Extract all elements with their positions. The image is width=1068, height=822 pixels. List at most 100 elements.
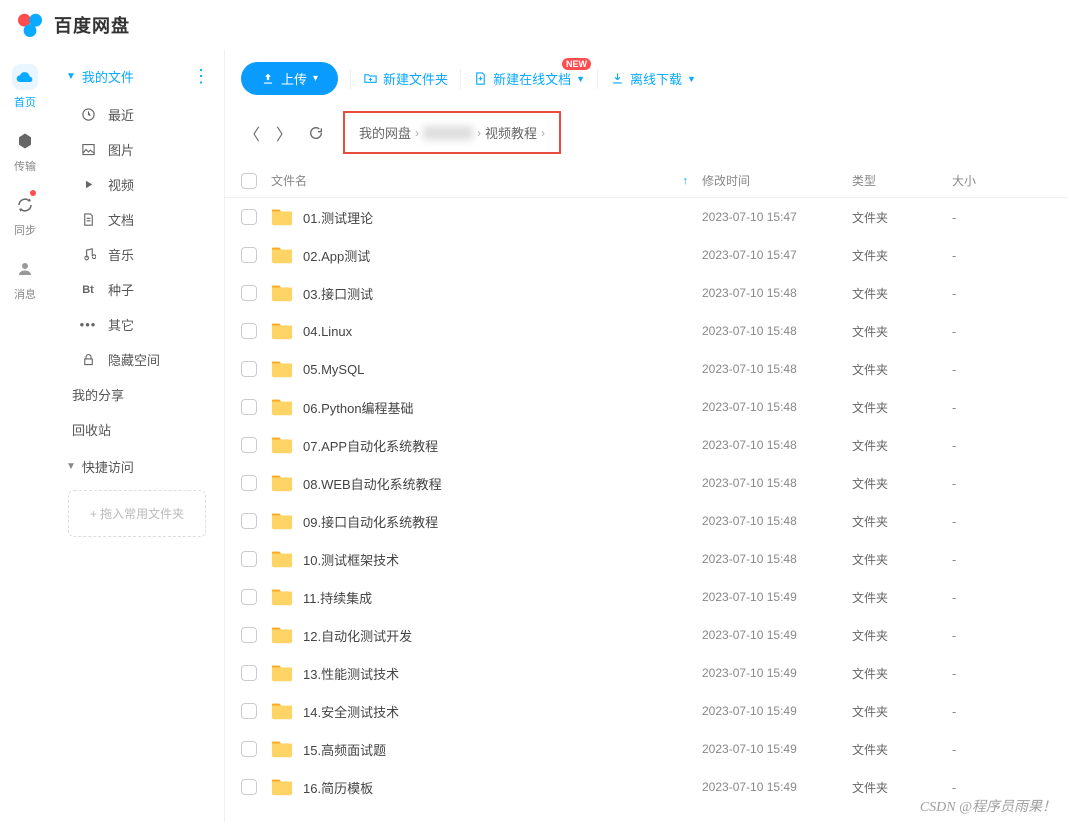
- file-time: 2023-07-10 15:49: [702, 780, 852, 794]
- file-type: 文件夹: [852, 741, 952, 758]
- sidebar-recycle[interactable]: 回收站: [58, 412, 216, 447]
- file-row[interactable]: 12.自动化测试开发 2023-07-10 15:49 文件夹 -: [225, 616, 1068, 654]
- row-checkbox[interactable]: [241, 209, 257, 225]
- more-icon[interactable]: ⋮: [192, 66, 208, 87]
- quick-access-drop-zone[interactable]: + 拖入常用文件夹: [68, 490, 206, 537]
- file-name-cell: 15.高频面试题: [271, 739, 702, 759]
- file-name: 08.WEB自动化系统教程: [303, 474, 442, 493]
- sidebar-my-files[interactable]: ▼ 我的文件 ⋮: [58, 60, 216, 93]
- row-checkbox[interactable]: [241, 551, 257, 567]
- file-name-cell: 14.安全测试技术: [271, 701, 702, 721]
- content-area: 上传 新建文件夹 NEW 新建在线文档 ▼ 离线下载 ▼ 〈 〉: [225, 50, 1068, 822]
- file-row[interactable]: 13.性能测试技术 2023-07-10 15:49 文件夹 -: [225, 654, 1068, 692]
- file-name: 13.性能测试技术: [303, 664, 399, 683]
- row-checkbox[interactable]: [241, 589, 257, 605]
- file-name-cell: 13.性能测试技术: [271, 663, 702, 683]
- new-folder-button[interactable]: 新建文件夹: [363, 69, 448, 88]
- file-row[interactable]: 01.测试理论 2023-07-10 15:47 文件夹 -: [225, 198, 1068, 236]
- sidebar-item-doc[interactable]: 文档: [58, 202, 216, 237]
- breadcrumb-separator: ›: [477, 126, 481, 140]
- file-row[interactable]: 07.APP自动化系统教程 2023-07-10 15:48 文件夹 -: [225, 426, 1068, 464]
- row-checkbox[interactable]: [241, 703, 257, 719]
- file-type: 文件夹: [852, 247, 952, 264]
- sidebar-item-music[interactable]: 音乐: [58, 237, 216, 272]
- file-row[interactable]: 10.测试框架技术 2023-07-10 15:48 文件夹 -: [225, 540, 1068, 578]
- row-checkbox[interactable]: [241, 437, 257, 453]
- nav-refresh-button[interactable]: [305, 122, 327, 144]
- file-name: 16.简历模板: [303, 778, 373, 797]
- breadcrumb-separator: ›: [415, 126, 419, 140]
- file-name: 05.MySQL: [303, 362, 364, 377]
- breadcrumb-current[interactable]: 视频教程: [485, 123, 537, 142]
- leftbar-message[interactable]: 消息: [12, 256, 38, 302]
- file-row[interactable]: 08.WEB自动化系统教程 2023-07-10 15:48 文件夹 -: [225, 464, 1068, 502]
- row-checkbox[interactable]: [241, 285, 257, 301]
- video-icon: [80, 177, 96, 193]
- file-row[interactable]: 14.安全测试技术 2023-07-10 15:49 文件夹 -: [225, 692, 1068, 730]
- quick-access-label: 快捷访问: [82, 457, 134, 476]
- column-type-header[interactable]: 类型: [852, 172, 952, 189]
- folder-icon: [271, 511, 293, 531]
- select-all-checkbox[interactable]: [241, 173, 257, 189]
- row-checkbox[interactable]: [241, 513, 257, 529]
- file-row[interactable]: 15.高频面试题 2023-07-10 15:49 文件夹 -: [225, 730, 1068, 768]
- file-row[interactable]: 06.Python编程基础 2023-07-10 15:48 文件夹 -: [225, 388, 1068, 426]
- upload-button[interactable]: 上传: [241, 62, 338, 95]
- sidebar-item-image[interactable]: 图片: [58, 132, 216, 167]
- column-size-header[interactable]: 大小: [952, 172, 1052, 189]
- sidebar-item-clock[interactable]: 最近: [58, 97, 216, 132]
- breadcrumb-hidden[interactable]: [423, 126, 473, 140]
- sidebar-item-bt[interactable]: Bt种子: [58, 272, 216, 307]
- sidebar-quick-access[interactable]: ▼ 快捷访问: [58, 447, 216, 486]
- baidu-netdisk-logo-icon: [14, 9, 46, 41]
- file-time: 2023-07-10 15:49: [702, 590, 852, 604]
- row-checkbox[interactable]: [241, 323, 257, 339]
- breadcrumb-separator: ›: [541, 126, 545, 140]
- leftbar-transfer[interactable]: 传输: [12, 128, 38, 174]
- column-time-header[interactable]: 修改时间: [702, 172, 852, 189]
- leftbar-sync[interactable]: 同步: [12, 192, 38, 238]
- row-checkbox[interactable]: [241, 627, 257, 643]
- divider: [460, 69, 461, 89]
- file-row[interactable]: 02.App测试 2023-07-10 15:47 文件夹 -: [225, 236, 1068, 274]
- sidebar-item-label: 图片: [108, 140, 134, 159]
- sidebar-item-video[interactable]: 视频: [58, 167, 216, 202]
- offline-download-button[interactable]: 离线下载 ▼: [610, 69, 696, 88]
- file-type: 文件夹: [852, 323, 952, 340]
- file-row[interactable]: 05.MySQL 2023-07-10 15:48 文件夹 -: [225, 350, 1068, 388]
- file-row[interactable]: 03.接口测试 2023-07-10 15:48 文件夹 -: [225, 274, 1068, 312]
- row-checkbox[interactable]: [241, 475, 257, 491]
- file-size: -: [952, 400, 1052, 415]
- file-row[interactable]: 11.持续集成 2023-07-10 15:49 文件夹 -: [225, 578, 1068, 616]
- row-checkbox[interactable]: [241, 741, 257, 757]
- file-type: 文件夹: [852, 209, 952, 226]
- folder-icon: [271, 473, 293, 493]
- nav-forward-button[interactable]: 〉: [273, 122, 295, 144]
- folder-icon: [271, 397, 293, 417]
- file-size: -: [952, 628, 1052, 643]
- row-checkbox[interactable]: [241, 247, 257, 263]
- file-name: 11.持续集成: [303, 588, 372, 607]
- column-name-header[interactable]: 文件名 ↑: [271, 172, 702, 189]
- file-size: -: [952, 476, 1052, 491]
- file-name-cell: 04.Linux: [271, 321, 702, 341]
- leftbar-home[interactable]: 首页: [12, 64, 38, 110]
- file-type: 文件夹: [852, 437, 952, 454]
- file-type: 文件夹: [852, 665, 952, 682]
- nav-back-button[interactable]: 〈: [241, 122, 263, 144]
- sidebar-my-share[interactable]: 我的分享: [58, 377, 216, 412]
- sidebar-item-more[interactable]: •••其它: [58, 307, 216, 342]
- row-checkbox[interactable]: [241, 665, 257, 681]
- file-row[interactable]: 09.接口自动化系统教程 2023-07-10 15:48 文件夹 -: [225, 502, 1068, 540]
- new-online-doc-button[interactable]: NEW 新建在线文档 ▼: [473, 69, 585, 88]
- folder-icon: [271, 777, 293, 797]
- logo[interactable]: 百度网盘: [14, 9, 130, 41]
- file-type: 文件夹: [852, 475, 952, 492]
- row-checkbox[interactable]: [241, 779, 257, 795]
- sidebar-item-lock[interactable]: 隐藏空间: [58, 342, 216, 377]
- row-checkbox[interactable]: [241, 399, 257, 415]
- transfer-icon: [12, 128, 38, 154]
- row-checkbox[interactable]: [241, 361, 257, 377]
- breadcrumb-root[interactable]: 我的网盘: [359, 123, 411, 142]
- file-row[interactable]: 04.Linux 2023-07-10 15:48 文件夹 -: [225, 312, 1068, 350]
